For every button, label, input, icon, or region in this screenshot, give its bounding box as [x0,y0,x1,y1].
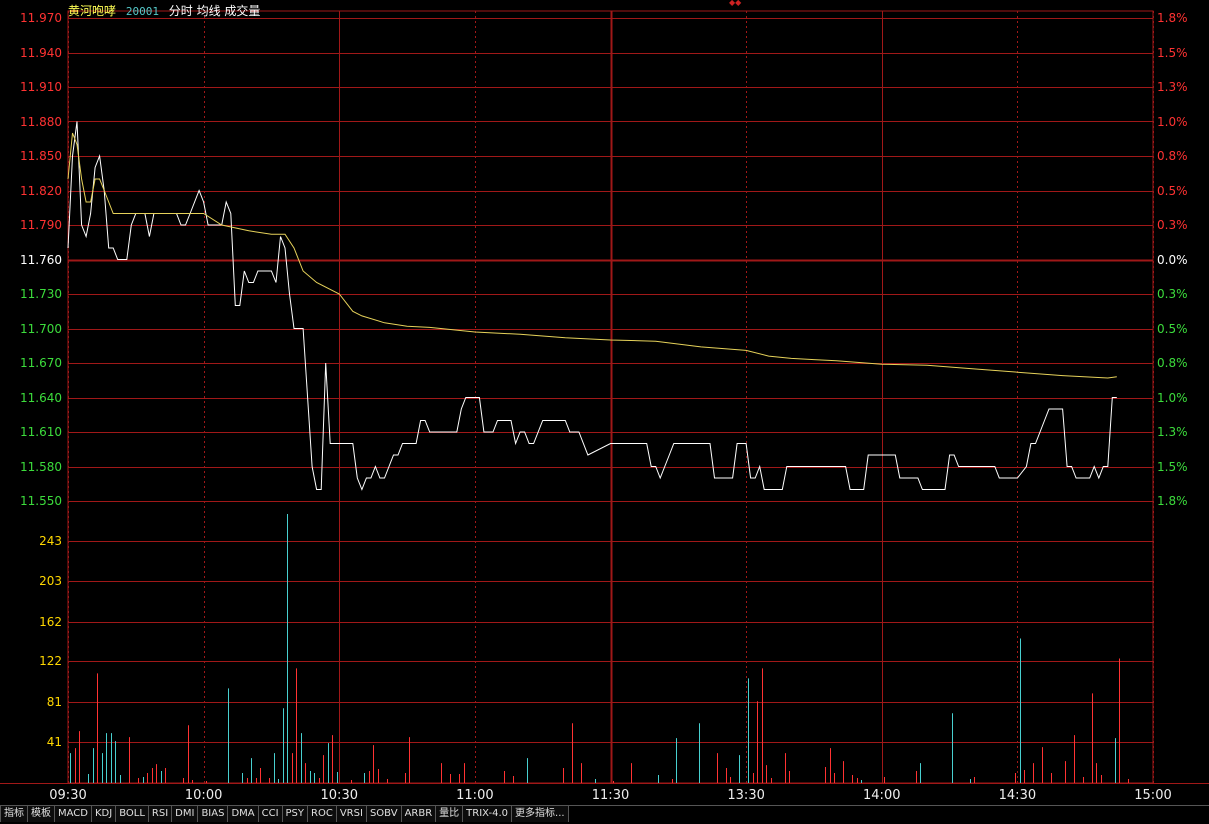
indicator-tab[interactable]: CCI [258,806,283,822]
percent-tick-label: 0.3% [1157,218,1188,232]
indicator-tab[interactable]: 模板 [28,806,55,822]
volume-tick-label: 81 [46,695,62,710]
indicator-tab[interactable]: ROC [308,806,337,822]
indicator-tab[interactable]: BIAS [198,806,229,822]
time-tick-label: 14:00 [863,788,901,803]
indicator-tab[interactable]: 量比 [436,806,464,822]
volume-tick-label: 122 [39,654,62,669]
time-tick-label: 11:00 [456,788,494,803]
volume-tick-label: 203 [39,573,62,588]
price-line [67,121,1117,491]
price-tick-label: 11.580 [20,459,62,474]
percent-tick-label: 0.5% [1157,321,1188,336]
volume-tick-label: 243 [39,533,62,548]
percent-tick-label: 1.8% [1157,494,1188,508]
time-tick-label: 11:30 [591,788,630,803]
indicator-tab[interactable]: SOBV [366,806,402,822]
indicator-tab[interactable]: KDJ [91,806,117,822]
indicator-tab[interactable]: 指标 [0,806,28,822]
price-tick-label: 11.790 [20,218,62,232]
percent-tick-label: 0.5% [1157,183,1188,198]
price-tick-label: 11.640 [20,390,62,405]
percent-tick-label: 0.8% [1157,149,1188,163]
price-tick-label: 11.850 [20,149,62,163]
price-tick-label: 11.880 [20,114,62,129]
percent-tick-label: 1.0% [1157,114,1188,129]
indicator-tab[interactable]: DMA [228,806,259,822]
price-tick-label: 11.730 [20,287,62,301]
time-tick-label: 15:00 [1134,788,1172,803]
price-tick-label: 11.610 [20,425,62,439]
average-line [67,132,1117,379]
volume-tick-label: 41 [46,735,62,750]
percent-tick-label: 0.8% [1157,356,1188,370]
volume-tick-label: 162 [39,614,62,629]
price-tick-label: 11.700 [20,321,62,336]
price-tick-label: 11.670 [20,356,62,370]
price-tick-label: 11.820 [20,183,62,198]
time-tick-label: 10:00 [184,788,223,803]
indicator-tab[interactable]: ARBR [401,806,437,822]
price-tick-label: 11.760 [20,252,62,267]
percent-tick-label: 1.3% [1157,425,1188,439]
percent-tick-label: 1.3% [1157,80,1188,94]
stock-code: 20001 [125,5,159,18]
time-tick-label: 13:30 [727,788,765,803]
percent-tick-label: 1.0% [1157,390,1188,405]
indicator-tab[interactable]: VRSI [336,806,367,822]
percent-tick-label: 1.5% [1157,45,1188,60]
price-tick-label: 11.550 [20,494,62,508]
time-tick-label: 14:30 [998,788,1037,803]
price-tick-label: 11.940 [20,45,62,60]
time-tick-label: 09:30 [49,788,87,803]
indicator-tab[interactable]: TRIX-4.0 [463,806,513,822]
indicator-tab[interactable]: 更多指标... [512,806,569,822]
indicator-tab[interactable]: PSY [282,806,309,822]
indicator-tab[interactable]: MACD [55,806,92,822]
percent-tick-label: 1.8% [1157,11,1188,25]
chart-canvas[interactable] [0,0,1209,805]
stock-name: 黄河咆哮 [68,4,117,18]
indicator-tab[interactable]: RSI [148,806,173,822]
percent-tick-label: 0.3% [1157,287,1188,301]
indicator-names: 分时 均线 成交量 [168,4,261,18]
price-tick-label: 11.970 [20,11,62,25]
top-marker: ◆◆ [729,0,742,7]
indicator-tab[interactable]: BOLL [116,806,149,822]
indicator-tab-bar: 指标 模板 MACD KDJ BOLL RSI DMI BIAS DMA CCI PSY ROC VRS… [0,805,1209,824]
price-tick-label: 11.910 [20,80,62,94]
percent-tick-label: 1.5% [1157,459,1188,474]
percent-tick-label: 0.0% [1157,252,1188,267]
chart-header: 黄河咆哮 20001 分时 均线 成交量 [68,2,266,19]
time-tick-label: 10:30 [320,788,358,803]
indicator-tab[interactable]: DMI [172,806,199,822]
